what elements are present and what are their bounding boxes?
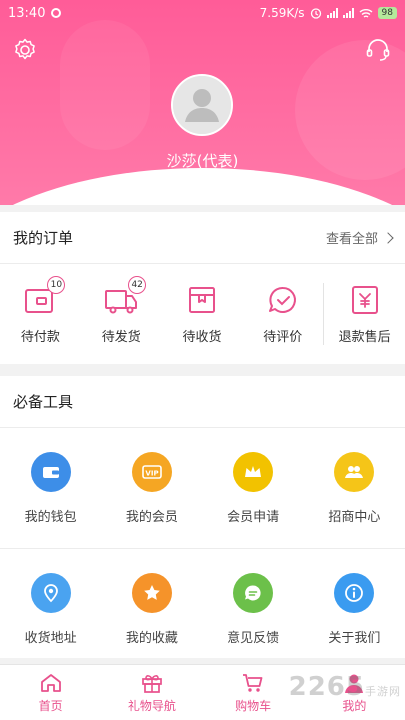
order-refund[interactable]: 退款售后 xyxy=(324,283,405,345)
tab-gift-guide[interactable]: 礼物导航 xyxy=(101,665,202,720)
info-icon xyxy=(334,572,375,613)
profile-header: 13:40 7.59K/s 98 沙莎(代表) xyxy=(0,0,405,205)
tool-favorites[interactable]: 我的收藏 xyxy=(101,549,202,669)
orders-header: 我的订单 查看全部 xyxy=(0,212,405,264)
tool-label: 我的钱包 xyxy=(24,509,77,525)
username: 沙莎(代表) xyxy=(166,152,239,170)
tool-label: 我的会员 xyxy=(125,509,178,525)
signal-icon-2 xyxy=(342,8,354,18)
orders-title: 我的订单 xyxy=(13,229,74,247)
wallet-icon xyxy=(30,451,71,492)
network-speed: 7.59K/s xyxy=(259,6,305,20)
status-bar: 13:40 7.59K/s 98 xyxy=(0,0,405,26)
wifi-icon xyxy=(359,8,373,18)
crown-icon xyxy=(233,451,274,492)
tools-grid: 我的钱包 VIP 我的会员 会员申请 招商中心 收货地址 我的收藏 意见反馈 关… xyxy=(0,428,405,669)
tool-label: 收货地址 xyxy=(24,630,77,646)
tool-merchant-center[interactable]: 招商中心 xyxy=(304,428,405,548)
order-label: 退款售后 xyxy=(338,330,391,345)
watermark-logo: 2265手游网 xyxy=(289,672,401,702)
tool-wallet[interactable]: 我的钱包 xyxy=(0,428,101,548)
settings-gear-icon[interactable] xyxy=(12,37,38,63)
vip-icon: VIP xyxy=(131,451,172,492)
tool-address[interactable]: 收货地址 xyxy=(0,549,101,669)
home-icon xyxy=(40,674,61,692)
order-pending-receipt[interactable]: 待收货 xyxy=(162,283,243,345)
tools-header: 必备工具 xyxy=(0,376,405,428)
signal-icon xyxy=(326,8,338,18)
status-time: 13:40 xyxy=(8,5,46,21)
order-badge: 10 xyxy=(47,276,66,294)
feedback-icon xyxy=(233,572,274,613)
tool-membership[interactable]: VIP 我的会员 xyxy=(101,428,202,548)
view-all-label: 查看全部 xyxy=(325,232,378,247)
default-avatar-icon xyxy=(173,76,231,134)
tools-title: 必备工具 xyxy=(13,393,74,411)
tool-member-apply[interactable]: 会员申请 xyxy=(203,428,304,548)
tool-feedback[interactable]: 意见反馈 xyxy=(203,549,304,669)
tab-label: 礼物导航 xyxy=(127,699,176,713)
tab-label: 首页 xyxy=(38,699,63,713)
tool-label: 招商中心 xyxy=(328,509,381,525)
gift-icon xyxy=(142,675,162,693)
tool-label: 意见反馈 xyxy=(227,630,280,646)
people-icon xyxy=(334,451,375,492)
tab-label: 购物车 xyxy=(235,699,272,713)
order-pending-payment[interactable]: 10 待付款 xyxy=(0,276,81,345)
tab-home[interactable]: 首页 xyxy=(0,665,101,720)
order-status-row: 10 待付款 42 待发货 待收货 待评价 退款售后 xyxy=(0,264,405,364)
order-badge: 42 xyxy=(128,276,147,294)
chevron-right-icon xyxy=(382,231,394,244)
notification-icon xyxy=(51,8,62,18)
comment-check-icon xyxy=(268,286,296,313)
tool-label: 关于我们 xyxy=(328,630,381,646)
tools-card: 必备工具 我的钱包 VIP 我的会员 会员申请 招商中心 收货地址 我的收藏 意… xyxy=(0,376,405,658)
svg-text:VIP: VIP xyxy=(145,469,158,477)
orders-card: 我的订单 查看全部 10 待付款 42 待发货 待收货 待评价 退款售后 xyxy=(0,212,405,364)
tool-label: 会员申请 xyxy=(227,509,280,525)
watermark-sub: 手游网 xyxy=(365,685,401,698)
order-pending-shipment[interactable]: 42 待发货 xyxy=(81,276,162,345)
tool-about-us[interactable]: 关于我们 xyxy=(304,549,405,669)
tool-label: 我的收藏 xyxy=(125,630,178,646)
order-label: 待付款 xyxy=(20,330,60,345)
star-icon xyxy=(131,572,172,613)
watermark-main: 2265 xyxy=(288,672,365,702)
cart-icon xyxy=(243,674,263,692)
refund-icon xyxy=(351,286,378,314)
avatar[interactable] xyxy=(171,74,233,136)
order-pending-review[interactable]: 待评价 xyxy=(242,283,323,345)
order-label: 待发货 xyxy=(101,330,141,345)
order-label: 待评价 xyxy=(263,330,303,345)
view-all-orders-link[interactable]: 查看全部 xyxy=(325,228,394,247)
alarm-icon xyxy=(310,8,321,19)
order-label: 待收货 xyxy=(182,330,222,345)
header-decoration xyxy=(60,20,150,150)
battery-icon: 98 xyxy=(377,7,397,19)
box-icon xyxy=(188,287,215,313)
customer-service-icon[interactable] xyxy=(365,37,391,63)
location-icon xyxy=(30,572,71,613)
